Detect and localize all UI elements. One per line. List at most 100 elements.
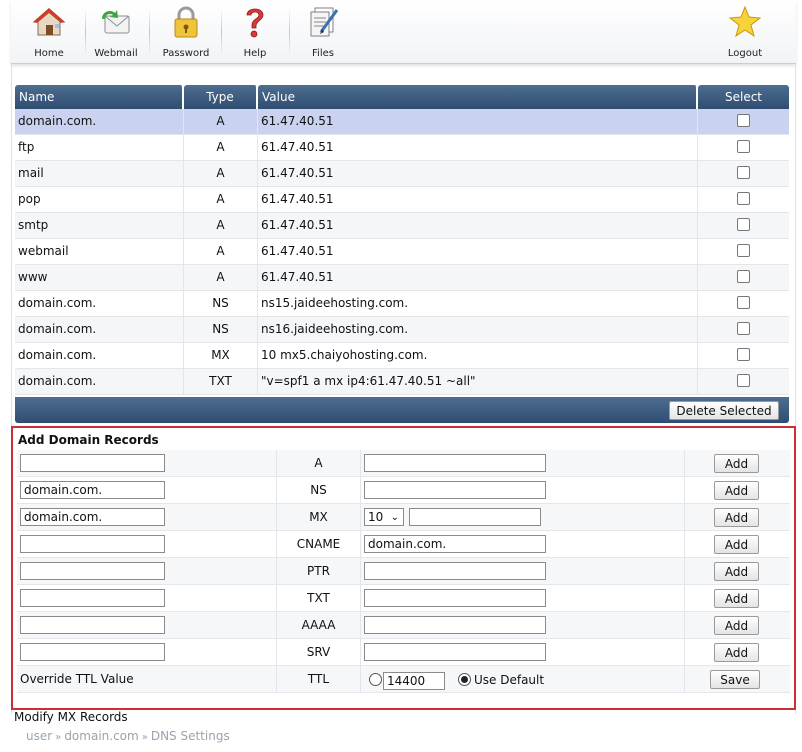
question-icon xyxy=(237,4,273,40)
record-select-checkbox[interactable] xyxy=(737,139,750,153)
record-value: 61.47.40.51 xyxy=(258,135,698,160)
add-cname-record-button[interactable]: Add xyxy=(714,535,759,554)
record-type: A xyxy=(184,265,258,290)
ttl-value-input[interactable] xyxy=(383,672,445,690)
record-name: domain.com. xyxy=(15,109,184,134)
record-select-cell xyxy=(698,317,789,342)
modify-mx-records-link[interactable]: Modify MX Records xyxy=(14,710,128,724)
record-name: domain.com. xyxy=(15,369,184,394)
add-ns-record-button[interactable]: Add xyxy=(714,481,759,500)
add-aaaa-record-button[interactable]: Add xyxy=(714,616,759,635)
record-value-input[interactable] xyxy=(364,454,546,472)
record-select-cell xyxy=(698,135,789,160)
toolbar-webmail-button[interactable]: Webmail xyxy=(94,4,138,62)
record-select-cell xyxy=(698,369,789,394)
record-type: TXT xyxy=(184,369,258,394)
add-mx-record-button[interactable]: Add xyxy=(714,508,759,527)
add-row-mx: MX 10 ⌄ Add xyxy=(17,504,790,531)
button-cell: Save xyxy=(685,666,790,692)
record-name: domain.com. xyxy=(15,317,184,342)
record-select-checkbox[interactable] xyxy=(737,243,750,257)
button-cell: Add xyxy=(685,639,790,665)
record-select-checkbox[interactable] xyxy=(737,347,750,361)
record-type-label: CNAME xyxy=(277,531,361,557)
record-value-input[interactable] xyxy=(364,589,546,607)
record-select-checkbox[interactable] xyxy=(737,113,750,127)
add-a-record-button[interactable]: Add xyxy=(714,454,759,473)
record-value: 61.47.40.51 xyxy=(258,213,698,238)
ttl-custom-radio[interactable] xyxy=(369,673,382,686)
record-value-input[interactable] xyxy=(409,508,541,526)
table-row: smtp A 61.47.40.51 xyxy=(15,213,789,239)
record-name-input[interactable] xyxy=(20,454,165,472)
name-cell: Override TTL Value xyxy=(17,666,277,692)
record-select-checkbox[interactable] xyxy=(737,373,750,387)
table-row: ftp A 61.47.40.51 xyxy=(15,135,789,161)
column-header-value[interactable]: Value xyxy=(258,85,698,109)
toolbar-logout-button[interactable]: Logout xyxy=(723,4,767,62)
record-value-input[interactable] xyxy=(364,616,546,634)
record-value: 61.47.40.51 xyxy=(258,109,698,134)
record-value-input[interactable] xyxy=(364,562,546,580)
table-row: mail A 61.47.40.51 xyxy=(15,161,789,187)
record-value: ns16.jaideehosting.com. xyxy=(258,317,698,342)
record-select-checkbox[interactable] xyxy=(737,191,750,205)
record-select-checkbox[interactable] xyxy=(737,321,750,335)
record-name-input[interactable] xyxy=(20,589,165,607)
table-row: domain.com. TXT "v=spf1 a mx ip4:61.47.4… xyxy=(15,369,789,395)
add-ptr-record-button[interactable]: Add xyxy=(714,562,759,581)
record-name: www xyxy=(15,265,184,290)
record-select-checkbox[interactable] xyxy=(737,165,750,179)
toolbar-files-button[interactable]: Files xyxy=(303,4,343,62)
add-row-ptr: PTR Add xyxy=(17,558,790,585)
value-cell xyxy=(361,558,685,584)
record-select-checkbox[interactable] xyxy=(737,295,750,309)
record-name-input[interactable] xyxy=(20,535,165,553)
mx-priority-select[interactable]: 10 ⌄ xyxy=(364,508,404,526)
record-select-checkbox[interactable] xyxy=(737,269,750,283)
record-type-label: MX xyxy=(277,504,361,530)
toolbar-password-button[interactable]: Password xyxy=(161,4,211,62)
toolbar-help-button[interactable]: Help xyxy=(235,4,275,62)
name-cell xyxy=(17,558,277,584)
record-type: A xyxy=(184,109,258,134)
toolbar-home-button[interactable]: Home xyxy=(29,4,69,62)
record-name-input[interactable] xyxy=(20,643,165,661)
ttl-use-default-radio[interactable] xyxy=(458,673,471,686)
toolbar-label: Files xyxy=(312,48,334,59)
delete-selected-button[interactable]: Delete Selected xyxy=(669,401,779,420)
record-type: A xyxy=(184,161,258,186)
record-value-input[interactable] xyxy=(364,643,546,661)
files-icon xyxy=(305,4,341,40)
record-select-checkbox[interactable] xyxy=(737,217,750,231)
column-header-type[interactable]: Type xyxy=(184,85,258,109)
toolbar-divider xyxy=(221,8,222,56)
record-value: 61.47.40.51 xyxy=(258,187,698,212)
record-type: A xyxy=(184,187,258,212)
record-value-input[interactable] xyxy=(364,481,546,499)
record-value: 61.47.40.51 xyxy=(258,265,698,290)
add-txt-record-button[interactable]: Add xyxy=(714,589,759,608)
table-footer-bar: Delete Selected xyxy=(15,397,789,423)
record-value-input[interactable] xyxy=(364,535,546,553)
record-select-cell xyxy=(698,343,789,368)
save-ttl-button[interactable]: Save xyxy=(710,670,760,689)
column-header-name[interactable]: Name xyxy=(15,85,184,109)
record-value: 61.47.40.51 xyxy=(258,161,698,186)
record-name-input[interactable] xyxy=(20,562,165,580)
breadcrumb-user[interactable]: user xyxy=(26,729,52,743)
record-name: domain.com. xyxy=(15,343,184,368)
record-name-input[interactable] xyxy=(20,508,165,526)
button-cell: Add xyxy=(685,477,790,503)
record-name-input[interactable] xyxy=(20,616,165,634)
add-srv-record-button[interactable]: Add xyxy=(714,643,759,662)
record-name-input[interactable] xyxy=(20,481,165,499)
value-cell: 10 ⌄ xyxy=(361,504,685,530)
override-ttl-label: Override TTL Value xyxy=(20,672,134,686)
add-row-a: A Add xyxy=(17,450,790,477)
toolbar-divider xyxy=(289,8,290,56)
breadcrumb-domain[interactable]: domain.com xyxy=(64,729,138,743)
table-header: Name Type Value Select xyxy=(15,85,789,109)
button-cell: Add xyxy=(685,558,790,584)
table-row: domain.com. NS ns15.jaideehosting.com. xyxy=(15,291,789,317)
